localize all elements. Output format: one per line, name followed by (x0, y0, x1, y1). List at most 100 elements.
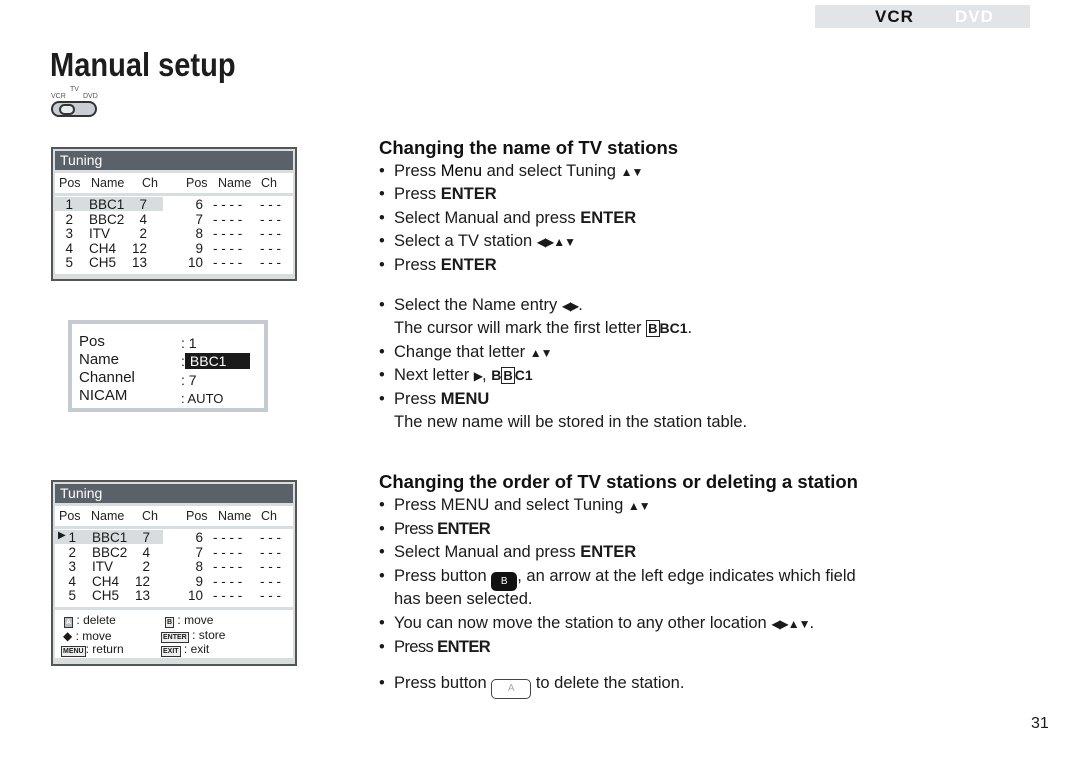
selection-arrow-icon: ▶ (58, 530, 66, 541)
up-down-icon: ▲▼ (529, 346, 553, 360)
step: • Press button A to delete the station. (379, 674, 684, 699)
cursor-letter: B (501, 367, 515, 384)
col-name: Name (91, 509, 125, 523)
table-cell: 13 (134, 588, 150, 604)
right-icon: ▶ (473, 369, 483, 383)
menu-key-icon: MENU (61, 646, 86, 657)
table-cell: 12 (131, 240, 147, 256)
table-cell: 5 (65, 255, 73, 271)
table-cell: 1 (65, 197, 73, 212)
switch-label-dvd: DVD (83, 93, 98, 100)
arrows-icon: ◀▶▲▼ (536, 235, 576, 249)
station-table: 1 BBC1 7 6- - - -- - -2 BBC2 4 7- - - -- - -3I… (55, 196, 293, 274)
arrows-hint: : move (75, 629, 112, 643)
table-cell: - - - (260, 211, 281, 227)
table-cell: 4 (139, 211, 147, 227)
return-hint: : return (85, 642, 124, 656)
table-cell: CH4 (92, 573, 120, 589)
mode-tabs: VCR DVD (815, 5, 1030, 28)
col-ch: Ch (142, 509, 158, 523)
column-headers: Pos Name Ch Pos Name Ch (55, 506, 293, 526)
step: • Press button B, an arrow at the left ed… (379, 567, 856, 591)
channel-value: : 7 (181, 372, 197, 388)
column-headers: Pos Name Ch Pos Name Ch (55, 173, 293, 193)
table-cell: CH5 (92, 588, 120, 604)
col-pos: Pos (59, 176, 81, 190)
table-cell: 6 (195, 530, 203, 545)
table-cell: - - - (260, 197, 281, 212)
tuning-title: Tuning (55, 151, 293, 170)
table-cell: BBC2 (89, 211, 125, 227)
b-key-icon: B (165, 617, 175, 628)
table-cell: - - - - (213, 559, 243, 575)
table-cell: 2 (68, 544, 76, 560)
table-cell: 3 (68, 559, 76, 575)
table-cell: 7 (139, 197, 147, 212)
table-cell: CH5 (89, 255, 117, 271)
page-title: Manual setup (50, 46, 236, 83)
step-note: The new name will be stored in the stati… (394, 413, 748, 431)
table-cell: 13 (131, 255, 147, 271)
exit-key-icon: EXIT (161, 646, 181, 657)
step: • Select the Name entry ◀▶. (379, 296, 583, 314)
name-label: Name (79, 351, 120, 368)
table-cell: - - - - (213, 240, 243, 256)
channel-label: Channel (79, 369, 135, 386)
tuning-title: Tuning (55, 484, 293, 503)
col-ch: Ch (142, 176, 158, 190)
step: • You can now move the station to any oth… (379, 614, 815, 632)
table-cell: 12 (134, 573, 150, 589)
table-cell: - - - (260, 240, 281, 256)
col-pos: Pos (186, 176, 208, 190)
tab-vcr: VCR (875, 7, 914, 26)
table-cell: 7 (142, 530, 150, 545)
page-number: 31 (1031, 715, 1049, 732)
table-cell: 4 (142, 544, 150, 560)
table-cell: 8 (195, 559, 203, 575)
col-pos: Pos (59, 509, 81, 523)
step: • Select a TV station ◀▶▲▼ (379, 232, 576, 250)
station-table: ▶ 1 BBC1 7 6- - - -- - -2 BBC2 4 7- - - -- - -3… (55, 529, 293, 607)
table-cell: 8 (195, 226, 203, 242)
col-ch: Ch (261, 176, 277, 190)
table-cell: - - - - (213, 197, 243, 212)
step-note: The cursor will mark the first letter BB… (394, 319, 693, 337)
key-legend: A : delete B : move ◆ : move ENTER : sto… (55, 610, 293, 658)
table-cell: 3 (65, 226, 73, 242)
pos-label: Pos (79, 333, 105, 350)
col-ch: Ch (261, 509, 277, 523)
col-name: Name (218, 509, 252, 523)
move-hint: : move (177, 613, 214, 627)
pos-value: : 1 (181, 335, 197, 351)
table-cell: 10 (187, 255, 203, 271)
table-cell: - - - - (213, 573, 243, 589)
table-cell: 7 (195, 211, 203, 227)
table-cell: - - - (260, 255, 281, 271)
up-down-icon: ▲▼ (627, 499, 651, 513)
step: • Press ENTER (379, 185, 497, 203)
table-cell: - - - - (213, 544, 243, 560)
mode-switch-icon: TV VCR DVD (51, 86, 99, 118)
table-cell: - - - - (213, 530, 243, 545)
table-cell: 4 (68, 573, 76, 589)
table-cell: - - - (260, 530, 281, 545)
col-name: Name (91, 176, 125, 190)
table-cell: CH4 (89, 240, 117, 256)
table-cell: - - - (260, 544, 281, 560)
col-name: Name (218, 176, 252, 190)
table-cell: - - - (260, 559, 281, 575)
exit-hint: : exit (183, 642, 210, 656)
table-cell: 1 (68, 530, 76, 545)
step: • Press ENTER (379, 520, 491, 538)
table-cell: - - - - (213, 211, 243, 227)
station-edit-screen: Pos : 1 Name : BBC1 Channel : 7 NICAM : A… (68, 320, 268, 412)
switch-label-tv: TV (70, 86, 79, 93)
a-button-icon: A (491, 679, 532, 699)
step: • Select Manual and press ENTER (379, 543, 637, 561)
b-button-icon: B (491, 572, 518, 591)
step: • Press ENTER (379, 638, 491, 656)
table-cell: BBC1 (92, 530, 128, 545)
arrows-icon: ◀▶▲▼ (771, 617, 810, 631)
table-cell: ITV (92, 559, 114, 575)
step: • Select Manual and press ENTER (379, 209, 637, 227)
